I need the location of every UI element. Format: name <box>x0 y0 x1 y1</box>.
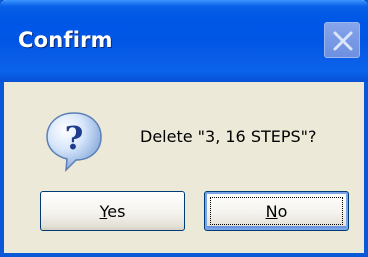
no-button[interactable]: No <box>204 191 349 231</box>
yes-label: Yes <box>99 201 126 221</box>
confirm-message: Delete "3, 16 STEPS"? <box>140 127 317 146</box>
title-bar[interactable]: Confirm <box>0 0 368 82</box>
yes-button[interactable]: Yes <box>40 191 185 231</box>
confirm-dialog: Confirm ? Delete "3, 16 STEPS"? Yes No <box>0 0 368 257</box>
question-icon: ? <box>46 112 102 172</box>
close-button[interactable] <box>324 22 360 58</box>
close-icon <box>333 31 353 51</box>
no-label: No <box>265 201 288 221</box>
svg-text:?: ? <box>65 119 84 157</box>
dialog-title: Confirm <box>18 28 113 52</box>
